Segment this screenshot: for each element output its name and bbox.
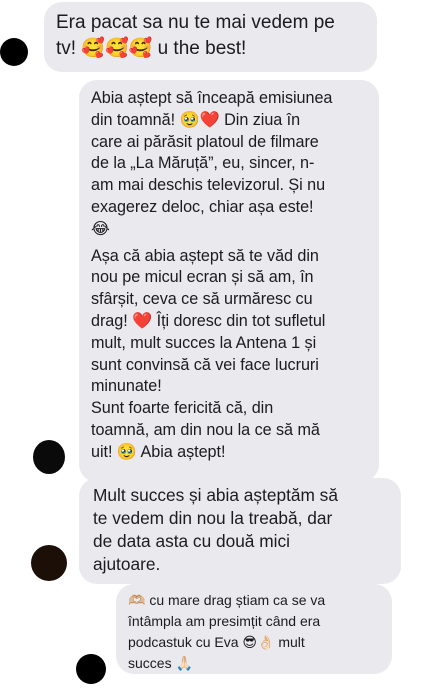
message-line: întâmpla am presimțit când era [128, 613, 321, 629]
sender-avatar[interactable] [76, 654, 106, 684]
message-line: am mai deschis televizorul. Și nu [91, 176, 326, 195]
message-line: podcastuk cu Eva 😎👌🏻 mult [128, 634, 305, 650]
message-line: din toamnă! 🥹❤️ Din ziua în [91, 110, 301, 129]
message-line: mult, mult succes la Antena 1 și [91, 333, 317, 352]
message-line: sfârșit, ceva ce să urmăresc cu [91, 290, 313, 309]
message-line: Mult succes și abia așteptăm să [93, 485, 338, 505]
message-line: 🫶🏼 cu mare drag știam ca se va [128, 592, 326, 608]
message-line: exagerez deloc, chiar așa este! [91, 197, 314, 216]
message-line: tv! 🥰🥰🥰 u the best! [56, 38, 247, 59]
message-line: de data asta cu două mici [93, 531, 290, 551]
message-line: de la „La Măruță”, eu, sincer, n- [91, 154, 315, 173]
message-line: ajutoare. [93, 554, 161, 574]
message-line: succes 🙏🏻 [128, 655, 193, 671]
message-line: sunt convinsă că vei face lucruri [91, 355, 319, 374]
message-paragraph: Așa că abia aștept să te văd din nou pe … [91, 246, 367, 464]
message-line: drag! ❤️ Îți doresc din tot sufletul [91, 311, 326, 330]
message-line: te vedem din nou la treabă, dar [93, 508, 333, 528]
sender-avatar[interactable] [31, 545, 67, 581]
message-line: 😂 [91, 219, 110, 238]
message-line: toamnă, am din nou la ce să mă [91, 420, 320, 439]
message-bubble[interactable]: Era pacat sa nu te mai vedem pe tv! 🥰🥰🥰 … [44, 2, 377, 72]
message-bubble[interactable]: Mult succes și abia așteptăm să te vedem… [79, 478, 401, 584]
message-line: uit! 🥹 Abia aștept! [91, 442, 226, 461]
message-bubble[interactable]: 🫶🏼 cu mare drag știam ca se va întâmpla … [116, 584, 392, 674]
message-bubble[interactable]: Abia aștept să înceapă emisiunea din toa… [79, 80, 379, 482]
message-line: Așa că abia aștept să te văd din [91, 246, 319, 265]
message-line: minunate! [91, 377, 162, 396]
message-line: Era pacat sa nu te mai vedem pe [56, 12, 335, 33]
sender-avatar[interactable] [33, 440, 65, 474]
message-line: nou pe micul ecran și să am, în [91, 268, 314, 287]
sender-avatar[interactable] [0, 38, 28, 66]
message-line: Sunt foarte fericită că, din [91, 399, 274, 418]
message-line: Abia aștept să înceapă emisiunea [91, 89, 333, 107]
message-line: care ai părăsit platoul de filmare [91, 132, 319, 151]
message-paragraph: Abia aștept să înceapă emisiunea din toa… [91, 88, 367, 241]
